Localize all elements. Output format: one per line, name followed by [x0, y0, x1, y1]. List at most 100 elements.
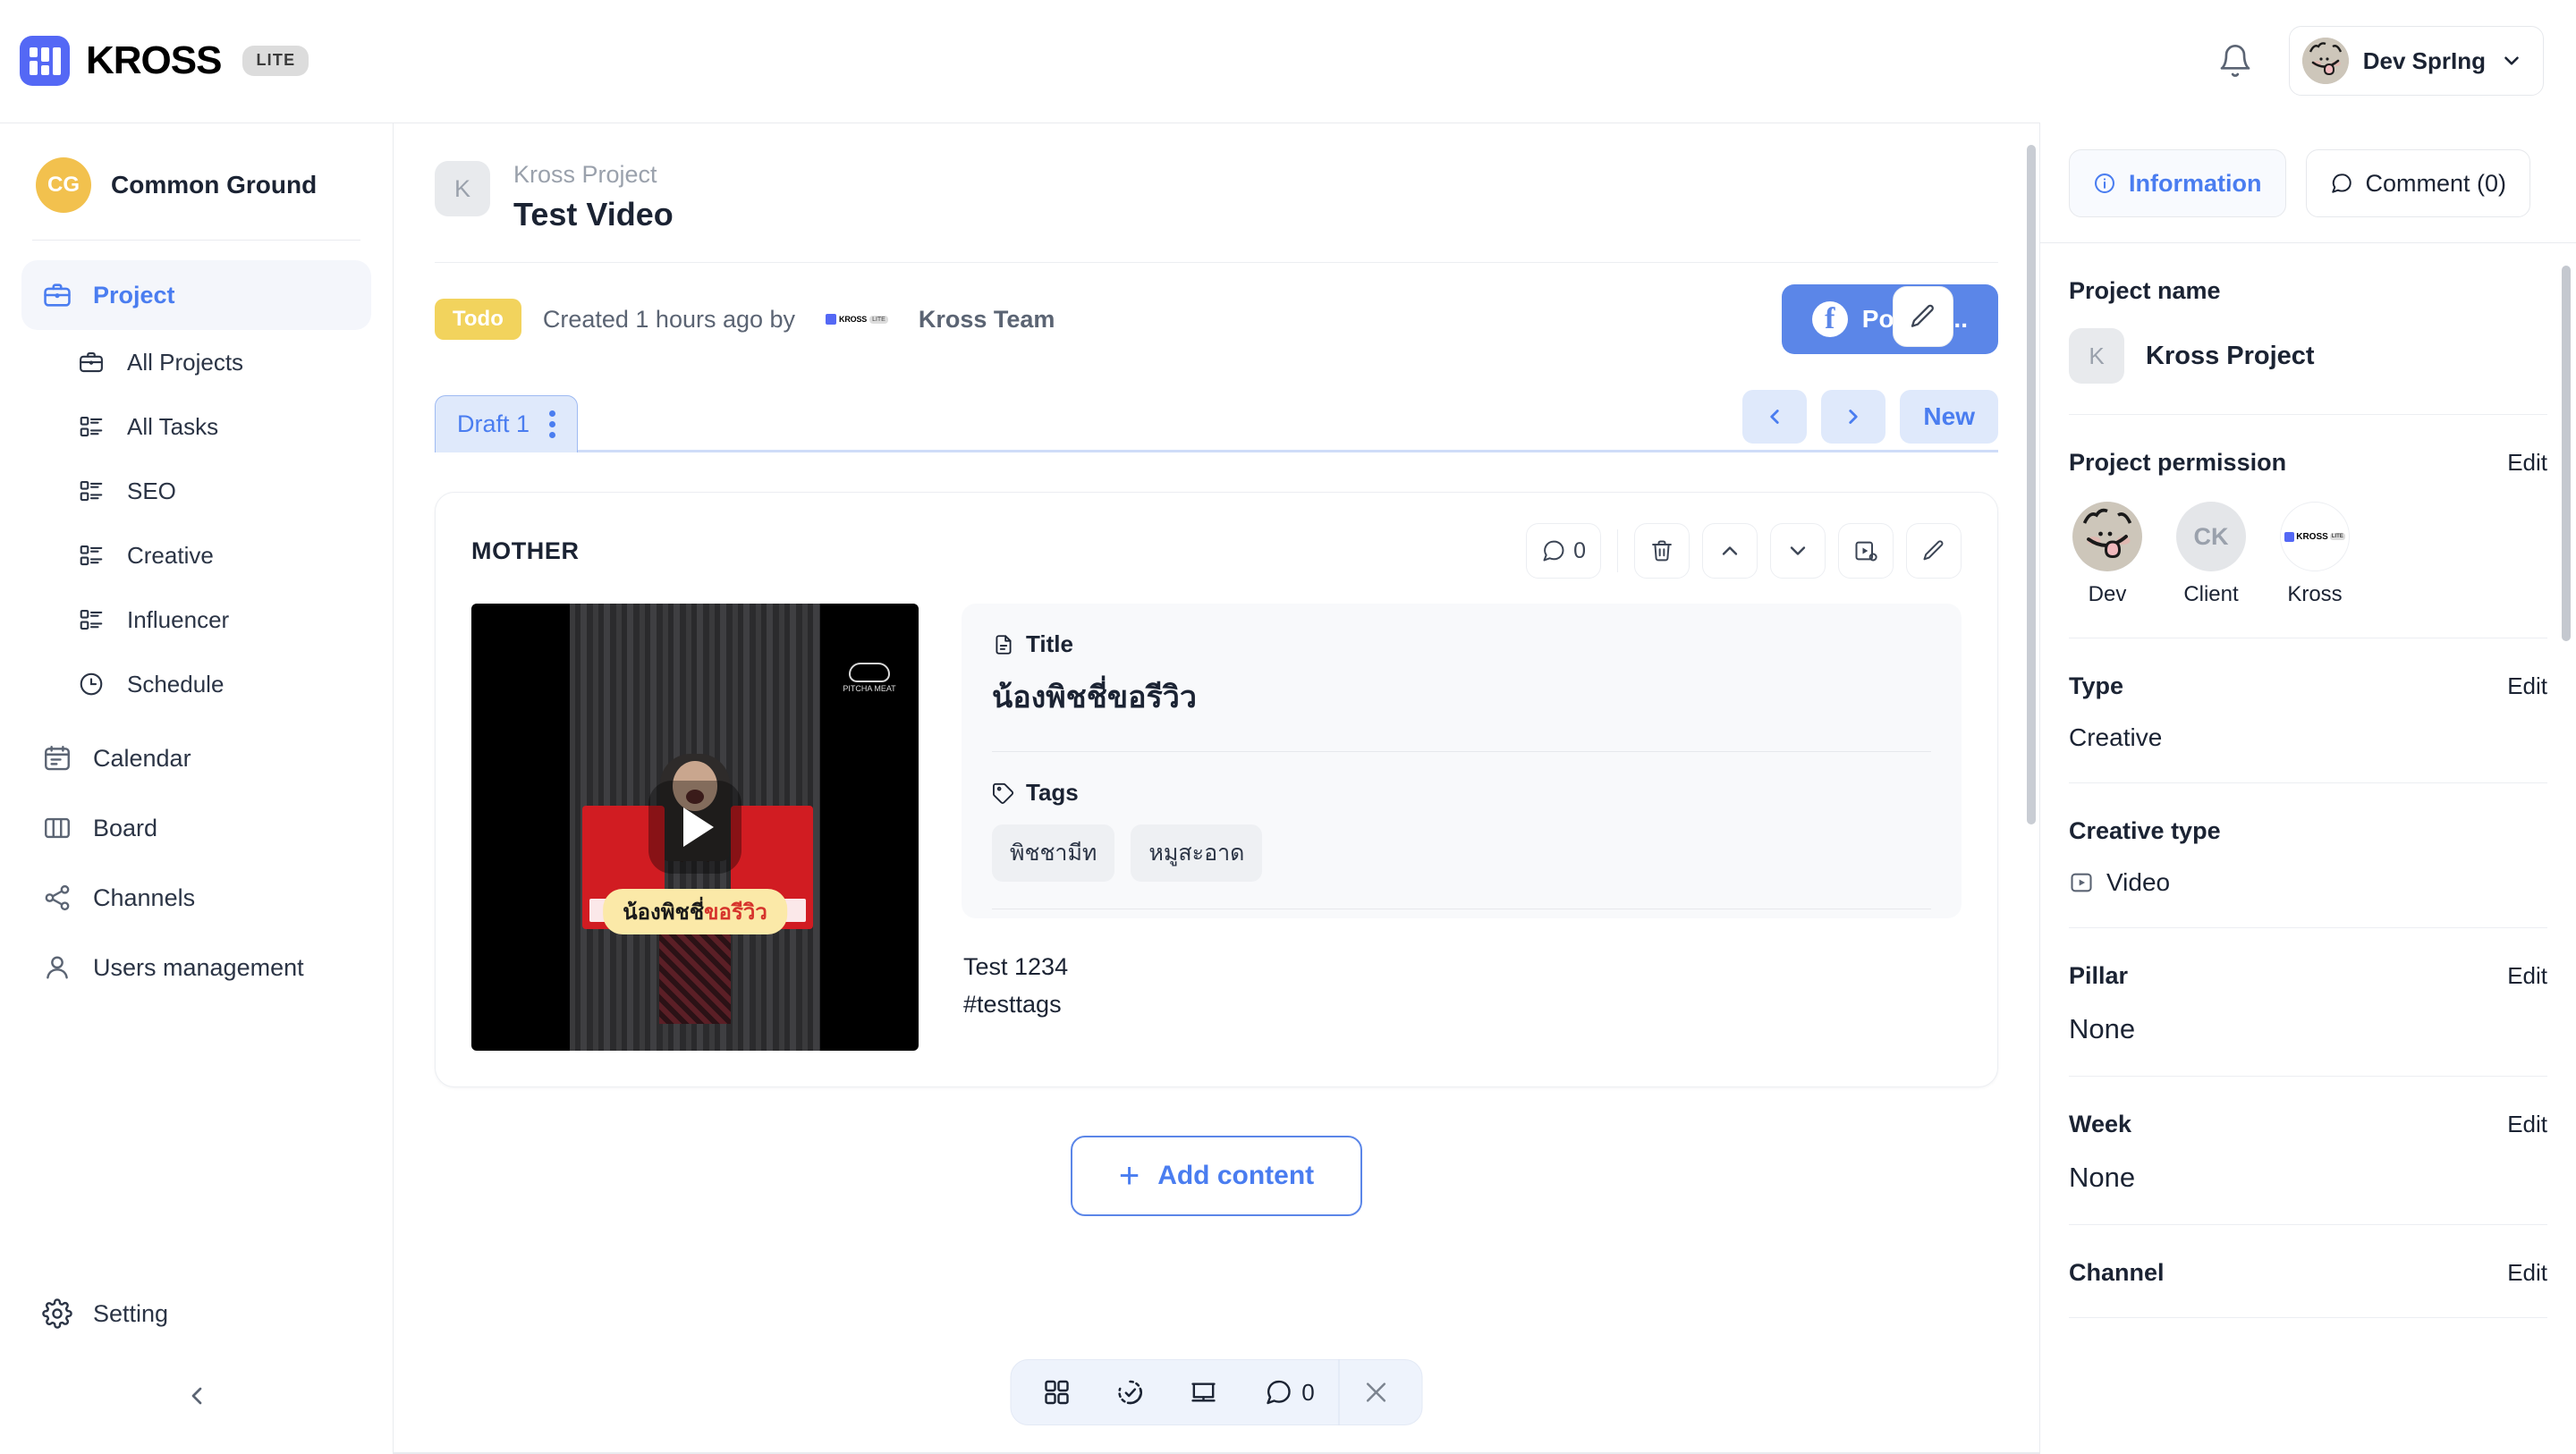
chevron-down-icon — [2504, 56, 2519, 65]
add-content-button[interactable]: + Add content — [1070, 1136, 1363, 1216]
video-settings-button[interactable] — [1838, 523, 1894, 579]
pencil-icon — [1923, 540, 1944, 561]
tag-icon — [993, 782, 1014, 804]
section-week: Week Edit None — [2069, 1077, 2547, 1225]
sidebar-item-setting[interactable]: Setting — [21, 1279, 371, 1348]
edit-permission-link[interactable]: Edit — [2507, 449, 2547, 477]
tag-chip[interactable]: พิชชามีท — [992, 824, 1115, 882]
sidebar-item-all-projects[interactable]: All Projects — [55, 330, 371, 394]
section-title: Creative type — [2069, 817, 2221, 844]
avatar — [2072, 502, 2142, 571]
section-title: Pillar — [2069, 962, 2129, 989]
tab-label: Comment (0) — [2365, 169, 2507, 197]
sidebar-item-board[interactable]: Board — [21, 793, 371, 863]
top-bar-right: Dev SprIng — [2212, 26, 2544, 96]
user-menu[interactable]: Dev SprIng — [2288, 26, 2544, 96]
kross-logo-icon — [20, 36, 70, 86]
play-icon[interactable] — [648, 781, 741, 874]
chevron-right-icon — [1849, 410, 1859, 424]
sidebar-collapse-button[interactable] — [0, 1365, 394, 1427]
post-to-button[interactable]: f Post to... — [1781, 284, 1998, 354]
creative-type-label: Video — [2106, 868, 2171, 896]
page-title: Test Video — [513, 196, 674, 232]
close-toolbar-button[interactable] — [1340, 1359, 1413, 1425]
workspace-selector[interactable]: CG Common Ground — [0, 123, 393, 240]
move-down-button[interactable] — [1770, 523, 1826, 579]
kebab-menu-icon[interactable] — [549, 410, 556, 438]
sidebar-item-label: SEO — [127, 477, 176, 504]
created-text: Created 1 hours ago by — [542, 305, 796, 333]
main-scrollbar[interactable] — [2027, 145, 2036, 824]
title-value: น้องพิชชี่ขอรีวิว — [992, 681, 1197, 714]
tag-chip[interactable]: หมูสะอาด — [1131, 824, 1263, 882]
card-comment-count: 0 — [1573, 537, 1586, 563]
section-creative-type: Creative type Video — [2069, 783, 2547, 928]
new-draft-button[interactable]: New — [1900, 390, 1998, 444]
right-panel-scrollbar[interactable] — [2562, 266, 2571, 641]
sidebar-item-influencer[interactable]: Influencer — [55, 588, 371, 652]
member-item[interactable]: Dev — [2069, 502, 2146, 607]
next-draft-button[interactable] — [1821, 390, 1886, 444]
status-badge[interactable]: Todo — [435, 299, 521, 340]
edit-type-link[interactable]: Edit — [2507, 672, 2547, 700]
task-list-icon — [75, 410, 107, 443]
pencil-icon — [1911, 304, 1934, 327]
author-name: Kross Team — [918, 305, 1055, 333]
breadcrumb[interactable]: Kross Project — [513, 161, 674, 189]
sidebar-item-all-tasks[interactable]: All Tasks — [55, 394, 371, 459]
logo-badge: LITE — [2329, 533, 2345, 540]
prev-draft-button[interactable] — [1742, 390, 1808, 444]
video-thumbnail[interactable]: PITCHA MEAT น้องพิชชี่ขอรีวิว — [471, 604, 919, 1051]
comment-icon — [1267, 1380, 1291, 1405]
section-title: Channel — [2069, 1259, 2165, 1286]
brand[interactable]: KROSS LITE — [20, 36, 309, 86]
chevron-left-icon — [191, 1387, 202, 1405]
sidebar-footer: Setting — [21, 1279, 371, 1348]
edit-channel-link[interactable]: Edit — [2507, 1259, 2547, 1287]
grid-view-button[interactable] — [1021, 1359, 1094, 1425]
member-item[interactable]: CK Client — [2173, 502, 2250, 607]
member-name: Client — [2183, 582, 2239, 606]
project-row[interactable]: K Kross Project — [2069, 328, 2547, 384]
section-title: Project permission — [2069, 449, 2287, 476]
sidebar-item-creative[interactable]: Creative — [55, 523, 371, 588]
meta-row: Todo Created 1 hours ago by KROSS LITE K… — [394, 263, 2039, 376]
comment-icon — [2331, 173, 2351, 193]
section-title: Type — [2069, 672, 2124, 699]
sidebar-item-users-management[interactable]: Users management — [21, 933, 371, 1002]
comment-button[interactable]: 0 — [1241, 1359, 1339, 1425]
sidebar-item-project[interactable]: Project — [21, 260, 371, 330]
member-item[interactable]: KROSS LITE Kross — [2276, 502, 2353, 607]
sidebar-item-calendar[interactable]: Calendar — [21, 723, 371, 793]
tab-information[interactable]: Information — [2069, 149, 2286, 217]
sidebar-item-label: Users management — [93, 953, 304, 981]
tab-draft-1[interactable]: Draft 1 — [435, 395, 579, 452]
plus-icon: + — [1118, 1156, 1140, 1196]
sidebar-nav: Project All Projects All Tasks SEO Creat… — [0, 241, 393, 1002]
move-up-button[interactable] — [1702, 523, 1758, 579]
share-nodes-icon — [41, 882, 73, 914]
card-comment-button[interactable]: 0 — [1526, 523, 1601, 579]
sidebar-item-label: Project — [93, 281, 175, 309]
bell-icon[interactable] — [2212, 38, 2258, 84]
sidebar-item-seo[interactable]: SEO — [55, 459, 371, 523]
gear-icon — [41, 1298, 73, 1330]
video-settings-icon — [1855, 541, 1877, 562]
edit-pillar-link[interactable]: Edit — [2507, 962, 2547, 990]
section-project-name: Project name K Kross Project — [2069, 243, 2547, 415]
presentation-button[interactable] — [1167, 1359, 1241, 1425]
sidebar-item-channels[interactable]: Channels — [21, 863, 371, 933]
user-icon — [41, 951, 73, 984]
tab-comment[interactable]: Comment (0) — [2305, 149, 2531, 217]
comment-icon — [1543, 540, 1564, 562]
edit-week-link[interactable]: Edit — [2507, 1111, 2547, 1138]
history-button[interactable] — [1094, 1359, 1167, 1425]
clock-icon — [75, 668, 107, 700]
member-name: Kross — [2287, 582, 2343, 606]
delete-content-button[interactable] — [1634, 523, 1690, 579]
facebook-icon: f — [1811, 301, 1848, 337]
sidebar-item-schedule[interactable]: Schedule — [55, 652, 371, 716]
edit-title-button[interactable] — [1893, 286, 1953, 347]
workspace-avatar: CG — [36, 157, 91, 213]
edit-content-button[interactable] — [1906, 523, 1962, 579]
